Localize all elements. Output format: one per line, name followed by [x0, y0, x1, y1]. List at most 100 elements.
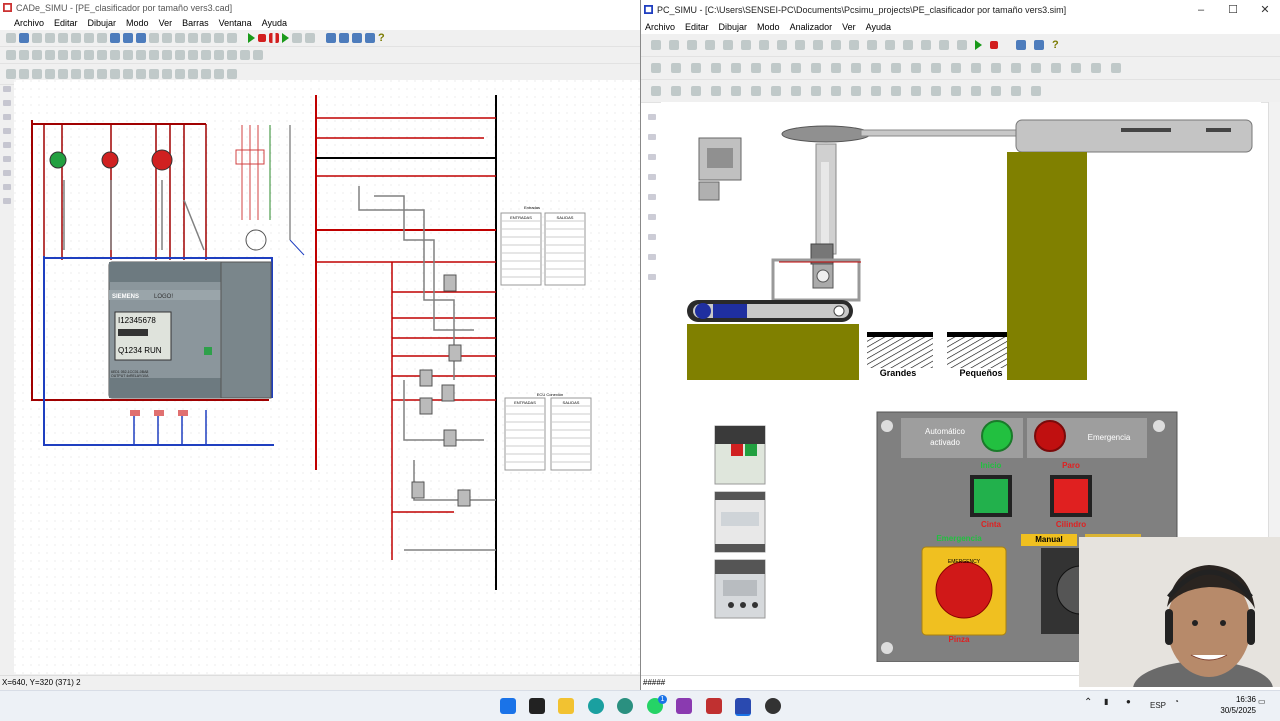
pc-simu-taskbar-icon[interactable] — [735, 698, 751, 716]
zoom-fit-icon[interactable] — [352, 33, 362, 43]
component-icon[interactable] — [691, 63, 701, 73]
device-icon[interactable] — [871, 86, 881, 96]
wire-icon[interactable] — [6, 69, 16, 79]
stop-icon[interactable] — [258, 34, 266, 42]
component-icon[interactable] — [991, 63, 1001, 73]
rect-tool-icon[interactable] — [3, 114, 11, 120]
wire-icon[interactable] — [149, 69, 159, 79]
device-icon[interactable] — [651, 86, 661, 96]
copy-icon[interactable] — [71, 33, 81, 43]
device-icon[interactable] — [991, 86, 1001, 96]
zoom-out-icon[interactable] — [123, 33, 133, 43]
run-simulation-icon[interactable] — [975, 40, 982, 50]
minimize-icon[interactable]: – — [1185, 0, 1217, 20]
wire-icon[interactable] — [58, 69, 68, 79]
fill-tool-icon[interactable] — [3, 142, 11, 148]
component-icon[interactable] — [162, 50, 172, 60]
pcsimu-menu-archivo[interactable]: Archivo — [645, 22, 675, 32]
play-icon[interactable] — [248, 33, 255, 43]
emergency-stop-button[interactable] — [935, 561, 993, 619]
wire-icon[interactable] — [97, 69, 107, 79]
component-icon[interactable] — [123, 50, 133, 60]
frame-icon[interactable] — [292, 33, 302, 43]
link-icon[interactable] — [957, 40, 967, 50]
zoom-plus-icon[interactable] — [326, 33, 336, 43]
horizontal-cylinder[interactable] — [781, 119, 1253, 153]
edge-dev-icon[interactable] — [617, 698, 633, 714]
close-icon[interactable]: ✕ — [1249, 0, 1280, 20]
device-icon[interactable] — [731, 86, 741, 96]
wire-icon[interactable] — [71, 69, 81, 79]
zoom-minus-icon[interactable] — [339, 33, 349, 43]
pcsimu-menu-ayuda[interactable]: Ayuda — [866, 22, 891, 32]
conveyor-belt[interactable] — [687, 300, 859, 380]
component-icon[interactable] — [1071, 63, 1081, 73]
wire-icon[interactable] — [32, 69, 42, 79]
device-icon[interactable] — [711, 86, 721, 96]
circle-tool-icon[interactable] — [3, 128, 11, 134]
grid-icon[interactable] — [813, 40, 823, 50]
print-icon[interactable] — [45, 33, 55, 43]
component-icon[interactable] — [45, 50, 55, 60]
device-icon[interactable] — [751, 86, 761, 96]
wire-icon[interactable] — [19, 69, 29, 79]
paint-tool-icon[interactable] — [3, 170, 11, 176]
help-icon[interactable]: ? — [378, 32, 385, 44]
language-indicator[interactable]: ESP — [1150, 701, 1166, 710]
component-icon[interactable] — [84, 50, 94, 60]
mirror-icon[interactable] — [201, 33, 211, 43]
wire-icon[interactable] — [227, 69, 237, 79]
pen-tool-icon[interactable] — [648, 254, 656, 260]
component-icon[interactable] — [1111, 63, 1121, 73]
wire-icon[interactable] — [214, 69, 224, 79]
component-icon[interactable] — [951, 63, 961, 73]
zoom-select-icon[interactable] — [365, 33, 375, 43]
component-icon[interactable] — [811, 63, 821, 73]
delete-icon[interactable] — [795, 40, 805, 50]
microphone-icon[interactable]: ● — [1126, 697, 1131, 706]
device-icon[interactable] — [771, 86, 781, 96]
pcsimu-menu-analizador[interactable]: Analizador — [790, 22, 833, 32]
pcsimu-menu-ver[interactable]: Ver — [842, 22, 856, 32]
wire-icon[interactable] — [188, 69, 198, 79]
redo-icon[interactable] — [777, 40, 787, 50]
paro-cilindro-button[interactable] — [1054, 479, 1088, 513]
component-icon[interactable] — [71, 50, 81, 60]
component-icon[interactable] — [240, 50, 250, 60]
shape-icon[interactable] — [921, 40, 931, 50]
start-icon[interactable] — [500, 698, 516, 714]
cade-menu-archivo[interactable]: Archivo — [14, 18, 44, 28]
component-icon[interactable] — [214, 50, 224, 60]
component-icon[interactable] — [201, 50, 211, 60]
vertical-cylinder[interactable] — [810, 143, 837, 265]
open-file-icon[interactable] — [669, 40, 679, 50]
component-icon[interactable] — [911, 63, 921, 73]
device-icon[interactable] — [951, 86, 961, 96]
battery-icon[interactable]: ▮ — [1104, 697, 1108, 706]
delete-icon[interactable] — [97, 33, 107, 43]
device-icon[interactable] — [1011, 86, 1021, 96]
group-icon[interactable] — [227, 33, 237, 43]
network-icon[interactable]: ◔ — [1174, 697, 1179, 706]
component-icon[interactable] — [771, 63, 781, 73]
media-app-icon[interactable] — [529, 698, 545, 714]
component-icon[interactable] — [731, 63, 741, 73]
device-icon[interactable] — [791, 86, 801, 96]
component-icon[interactable] — [110, 50, 120, 60]
cade-menu-modo[interactable]: Modo — [126, 18, 149, 28]
component-icon[interactable] — [871, 63, 881, 73]
logo-plc[interactable]: SIEMENS LOGO! I12345678 Q1234 RUN 6ED1 0… — [108, 261, 272, 399]
shape-icon[interactable] — [939, 40, 949, 50]
component-icon[interactable] — [851, 63, 861, 73]
help-icon[interactable]: ? — [1052, 39, 1059, 51]
component-icon[interactable] — [891, 63, 901, 73]
motor-breaker[interactable] — [714, 425, 766, 485]
maximize-icon[interactable]: ☐ — [1217, 0, 1249, 20]
component-icon[interactable] — [6, 50, 16, 60]
pcsimu-menu-editar[interactable]: Editar — [685, 22, 709, 32]
device-icon[interactable] — [1031, 86, 1041, 96]
undo-icon[interactable] — [759, 40, 769, 50]
device-icon[interactable] — [891, 86, 901, 96]
component-icon[interactable] — [58, 50, 68, 60]
gripper[interactable] — [771, 258, 861, 302]
